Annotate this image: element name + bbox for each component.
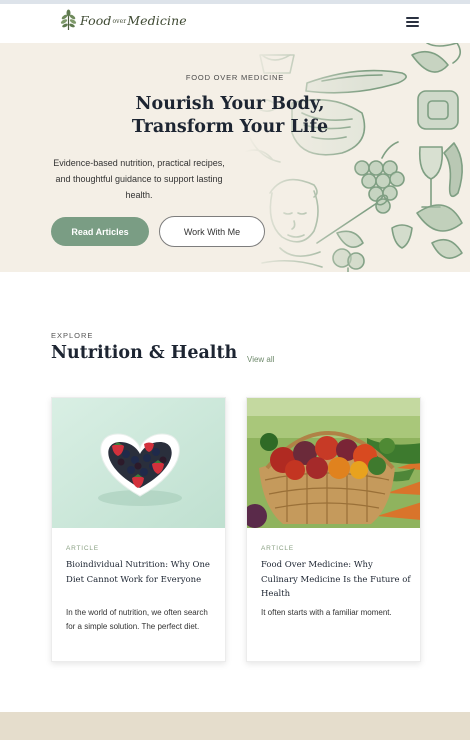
card-excerpt: In the world of nutrition, we often sear… <box>66 608 208 631</box>
hero-title: Nourish Your Body, Transform Your Life <box>95 93 365 139</box>
read-articles-button[interactable]: Read Articles <box>51 217 149 246</box>
logo-word-food: Food <box>80 12 112 28</box>
hero-title-line-1: Nourish Your Body, <box>135 94 325 114</box>
card-category-tag: ARTICLE <box>66 545 99 552</box>
site-header: FoodoverMedicine <box>0 4 470 43</box>
work-with-me-button[interactable]: Work With Me <box>159 216 265 247</box>
hero-subtitle: Evidence-based nutrition, practical reci… <box>53 158 225 200</box>
article-card[interactable]: ARTICLE Bioindividual Nutrition: Why One… <box>51 397 226 662</box>
hero-section: FOOD OVER MEDICINE Nourish Your Body, Tr… <box>0 43 470 272</box>
card-category-tag: ARTICLE <box>261 545 294 552</box>
site-logo[interactable]: FoodoverMedicine <box>60 7 187 33</box>
article-image-vegetable-basket <box>247 398 420 528</box>
card-title[interactable]: Food Over Medicine: Why Culinary Medicin… <box>261 558 411 602</box>
article-image-heart-berries <box>52 398 225 528</box>
hero-eyebrow: FOOD OVER MEDICINE <box>185 73 285 82</box>
hamburger-menu-icon <box>405 17 422 27</box>
logo-word-medicine: Medicine <box>127 12 187 28</box>
card-title[interactable]: Bioindividual Nutrition: Why One Diet Ca… <box>66 558 216 587</box>
section-eyebrow: EXPLORE <box>51 331 94 340</box>
logo-wordmark: FoodoverMedicine <box>80 13 187 28</box>
leaf-logo-icon <box>60 9 77 30</box>
section-title: Nutrition & Health <box>51 343 238 363</box>
view-all-link[interactable]: View all <box>247 355 274 364</box>
menu-button[interactable] <box>405 15 422 31</box>
footer-band <box>0 712 470 740</box>
hero-title-line-2: Transform Your Life <box>131 117 329 137</box>
card-excerpt: It often starts with a familiar moment. <box>261 608 392 617</box>
logo-word-over: over <box>112 17 127 25</box>
article-card[interactable]: ARTICLE Food Over Medicine: Why Culinary… <box>246 397 421 662</box>
